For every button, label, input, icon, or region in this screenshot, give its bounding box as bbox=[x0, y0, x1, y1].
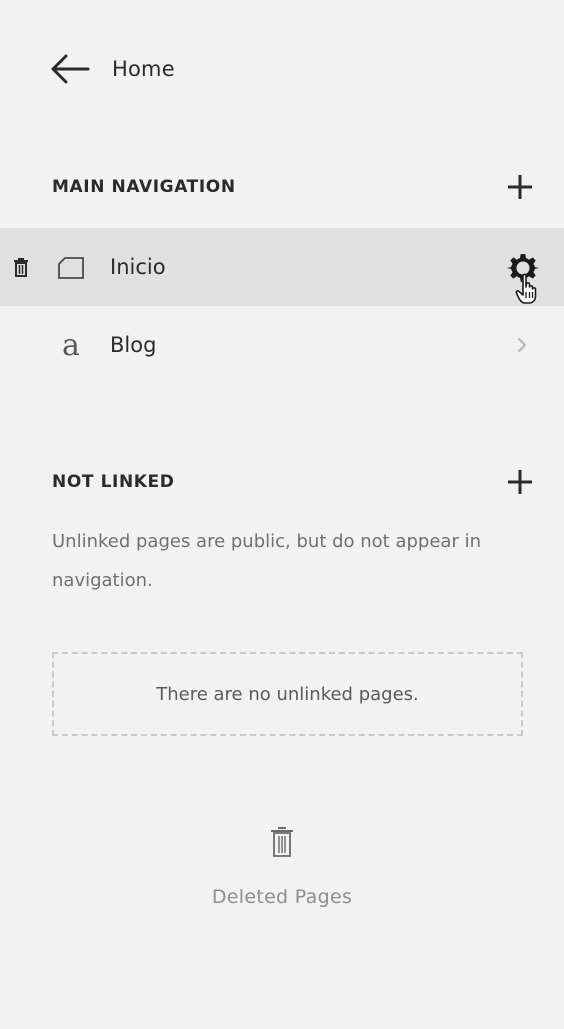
gear-icon bbox=[507, 254, 539, 304]
nav-item-label: Inicio bbox=[110, 255, 166, 279]
not-linked-description: Unlinked pages are public, but do not ap… bbox=[52, 531, 481, 591]
not-linked-header: NOT LINKED bbox=[52, 467, 534, 497]
main-navigation-header: MAIN NAVIGATION bbox=[52, 172, 534, 202]
trash-icon bbox=[271, 827, 293, 857]
nav-item-blog[interactable]: a Blog bbox=[0, 306, 564, 384]
unlinked-pages-empty-state: There are no unlinked pages. bbox=[52, 652, 523, 736]
nav-item-inicio[interactable]: Inicio bbox=[0, 228, 564, 306]
trash-icon bbox=[14, 258, 28, 277]
page-icon bbox=[56, 254, 86, 282]
add-main-navigation-page-button[interactable] bbox=[506, 173, 534, 201]
back-home-link[interactable]: Home bbox=[50, 52, 175, 86]
deleted-pages-link[interactable]: Deleted Pages bbox=[0, 826, 564, 908]
arrow-left-icon bbox=[51, 54, 90, 84]
deleted-pages-label: Deleted Pages bbox=[211, 886, 353, 908]
hand-cursor-icon bbox=[515, 273, 537, 304]
plus-icon bbox=[508, 175, 532, 199]
blog-icon: a bbox=[62, 328, 80, 363]
chevron-right-icon bbox=[515, 336, 529, 354]
not-linked-title: NOT LINKED bbox=[52, 472, 175, 492]
nav-item-label: Blog bbox=[110, 333, 157, 357]
delete-page-button[interactable] bbox=[12, 258, 30, 278]
plus-icon bbox=[508, 470, 532, 494]
add-unlinked-page-button[interactable] bbox=[506, 468, 534, 496]
page-settings-button[interactable] bbox=[504, 250, 546, 304]
back-label: Home bbox=[112, 57, 175, 81]
main-navigation-title: MAIN NAVIGATION bbox=[52, 177, 236, 197]
